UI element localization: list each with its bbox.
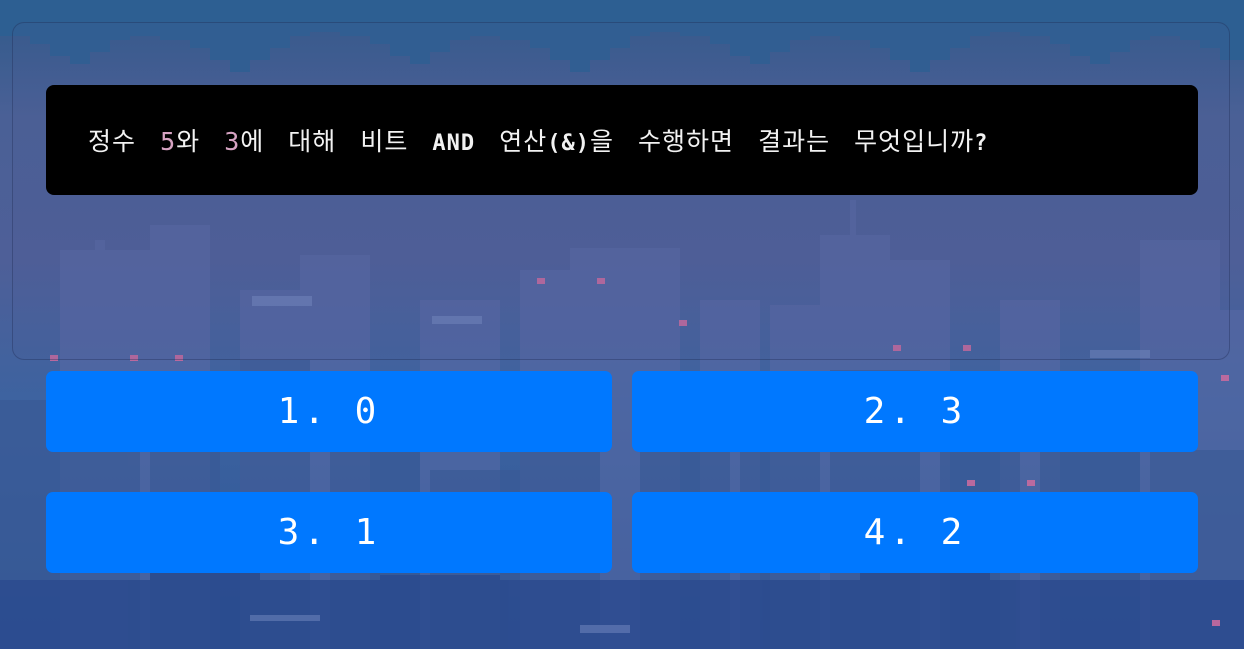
answer-label: 1. 0 [277,391,381,432]
question-segment: 을 수행하면 결과는 무엇입니까 [589,127,975,156]
question-mark: ? [974,131,989,156]
answer-label: 3. 1 [277,512,381,553]
answer-label: 4. 2 [863,512,967,553]
answer-button-2[interactable]: 2. 3 [632,371,1198,452]
answer-button-4[interactable]: 4. 2 [632,492,1198,573]
question-segment: 와 [176,127,225,156]
question-segment: 연산 [475,127,548,156]
question-box: 정수 5와 3에 대해 비트 AND 연산(&)을 수행하면 결과는 무엇입니까… [46,85,1198,195]
question-number-b: 3 [224,127,241,156]
answer-button-1[interactable]: 1. 0 [46,371,612,452]
question-segment: 에 대해 비트 [240,127,433,156]
answer-button-3[interactable]: 3. 1 [46,492,612,573]
game-scene: 정수 5와 3에 대해 비트 AND 연산(&)을 수행하면 결과는 무엇입니까… [0,0,1244,649]
question-number-a: 5 [160,127,177,156]
question-segment: 정수 [88,127,161,156]
question-keyword-and: AND [432,131,476,156]
answer-label: 2. 3 [863,391,967,432]
question-operator: (&) [547,131,590,156]
question-text: 정수 5와 3에 대해 비트 AND 연산(&)을 수행하면 결과는 무엇입니까… [88,122,988,158]
